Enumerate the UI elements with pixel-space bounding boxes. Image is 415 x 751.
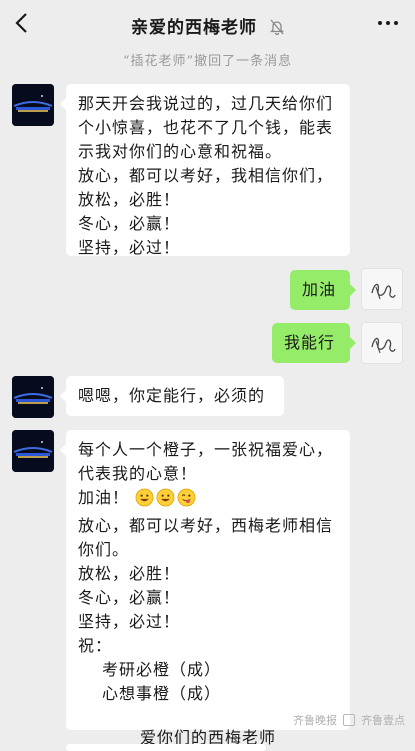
my-avatar[interactable] (361, 268, 403, 310)
message-line: 每个人一个橙子，一张祝福爱心， (78, 440, 334, 459)
chat-title[interactable]: 亲爱的西梅老师 (0, 13, 415, 40)
teacher-avatar[interactable] (12, 376, 54, 418)
wish-line: 心想事橙（成） (102, 684, 222, 703)
message-text: 嗯嗯，你定能行，必须的 (78, 386, 266, 405)
message-line: 坚持，必过！ (78, 238, 181, 257)
message-line-with-emoji: 加油！ (78, 486, 338, 514)
message-bubble-3[interactable]: 我能行 (272, 323, 356, 363)
mute-bell-icon (269, 19, 285, 40)
teacher-avatar[interactable] (12, 84, 54, 126)
message-bubble-5[interactable]: 每个人一个橙子，一张祝福爱心， 代表我的心意！ 加油！ 放心，都可以考好，西梅老… (60, 430, 350, 747)
message-bubble-2[interactable]: 加油 (290, 270, 356, 310)
message-text: 我能行 (284, 333, 336, 352)
chat-header: 亲爱的西梅老师 (0, 0, 415, 48)
grinning-emoji-icon (135, 488, 154, 514)
teacher-avatar[interactable] (12, 430, 54, 472)
recall-notice: “插花老师”撤回了一条消息 (122, 54, 293, 69)
watermark-text: 齐鲁晚报 (293, 714, 337, 727)
message-text: 加油 (302, 280, 337, 299)
message-line: 放心，都可以考好，我相信你们， (78, 166, 334, 185)
chat-title-text: 亲爱的西梅老师 (131, 18, 258, 38)
next-message-bubble (66, 744, 266, 751)
watermark-logo-icon (343, 714, 355, 726)
message-line: 示我对你们的心意和祝福。 (78, 142, 283, 161)
message-line: 祝： (78, 636, 113, 655)
message-line: 坚持，必过！ (78, 612, 181, 631)
message-line: 冬心，必赢！ (78, 214, 181, 233)
grinning-emoji-icon (156, 488, 175, 514)
message-line: 放松，必胜！ (78, 190, 181, 209)
message-line: 你们。 (78, 540, 130, 559)
message-line: 代表我的心意！ (78, 464, 198, 483)
watermark-text: 齐鲁壹点 (361, 714, 405, 727)
my-avatar[interactable] (361, 322, 403, 364)
message-line: 放松，必胜！ (78, 564, 181, 583)
more-icon[interactable] (375, 12, 401, 34)
message-line: 冬心，必赢！ (78, 588, 181, 607)
wish-line: 考研必橙（成） (102, 660, 222, 679)
message-line: 那天开会我说过的，过几天给你们 (78, 94, 334, 113)
message-text: 加油！ (78, 488, 130, 507)
message-line: 放心，都可以考好，西梅老师相信 (78, 516, 334, 535)
message-bubble-1[interactable]: 那天开会我说过的，过几天给你们 个小惊喜，也花不了几个钱，能表 示我对你们的心意… (60, 84, 350, 257)
message-bubble-4[interactable]: 嗯嗯，你定能行，必须的 (60, 376, 284, 416)
message-line: 个小惊喜，也花不了几个钱，能表 (78, 118, 334, 137)
winking-tongue-emoji-icon (177, 488, 196, 514)
watermark: 齐鲁晚报 齐鲁壹点 (293, 712, 405, 728)
